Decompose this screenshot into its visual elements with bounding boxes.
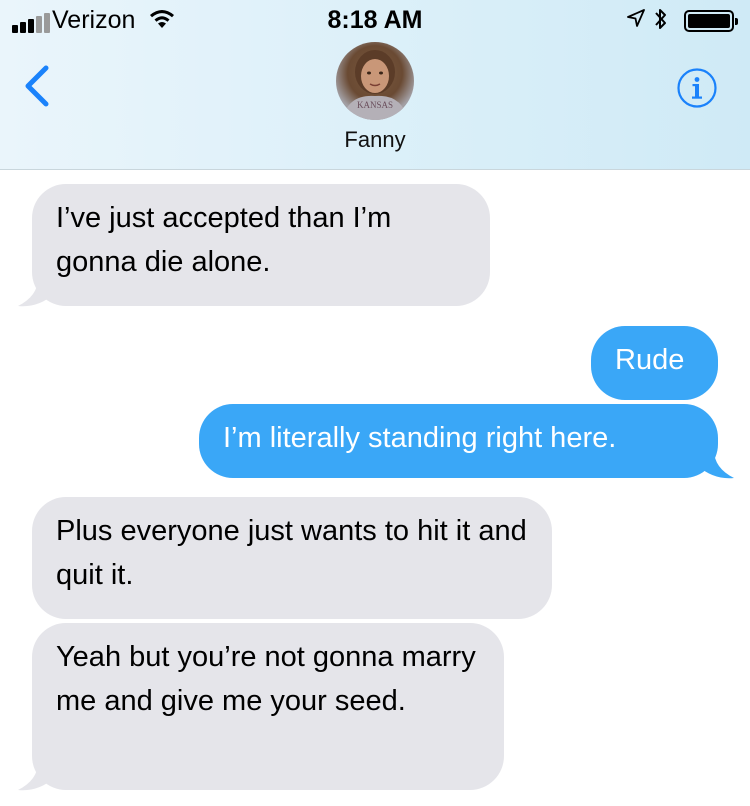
battery-icon [684,10,738,32]
location-arrow-icon [627,9,645,27]
received-message-bubble[interactable]: I’ve just accepted than I’m gonna die al… [32,184,490,306]
svg-text:KANSAS: KANSAS [357,100,393,110]
avatar[interactable]: KANSAS [336,42,414,120]
bubble-tail [18,278,54,307]
status-bar: Verizon 8:18 AM [0,0,750,40]
bubble-tail [18,762,54,791]
info-icon[interactable] [676,67,718,109]
sent-message-bubble[interactable]: I’m literally standing right here. [199,404,718,478]
received-message-bubble[interactable]: Plus everyone just wants to hit it and q… [32,497,552,619]
back-chevron-icon[interactable] [22,64,52,108]
bubble-tail [698,450,734,479]
sent-message-bubble[interactable]: Rude [591,326,718,400]
contact-name[interactable]: Fanny [0,127,750,153]
bluetooth-icon [655,9,666,29]
conversation-header: Verizon 8:18 AM KANSAS Fanny [0,0,750,170]
received-message-bubble[interactable]: Yeah but you’re not gonna marry me and g… [32,623,504,790]
